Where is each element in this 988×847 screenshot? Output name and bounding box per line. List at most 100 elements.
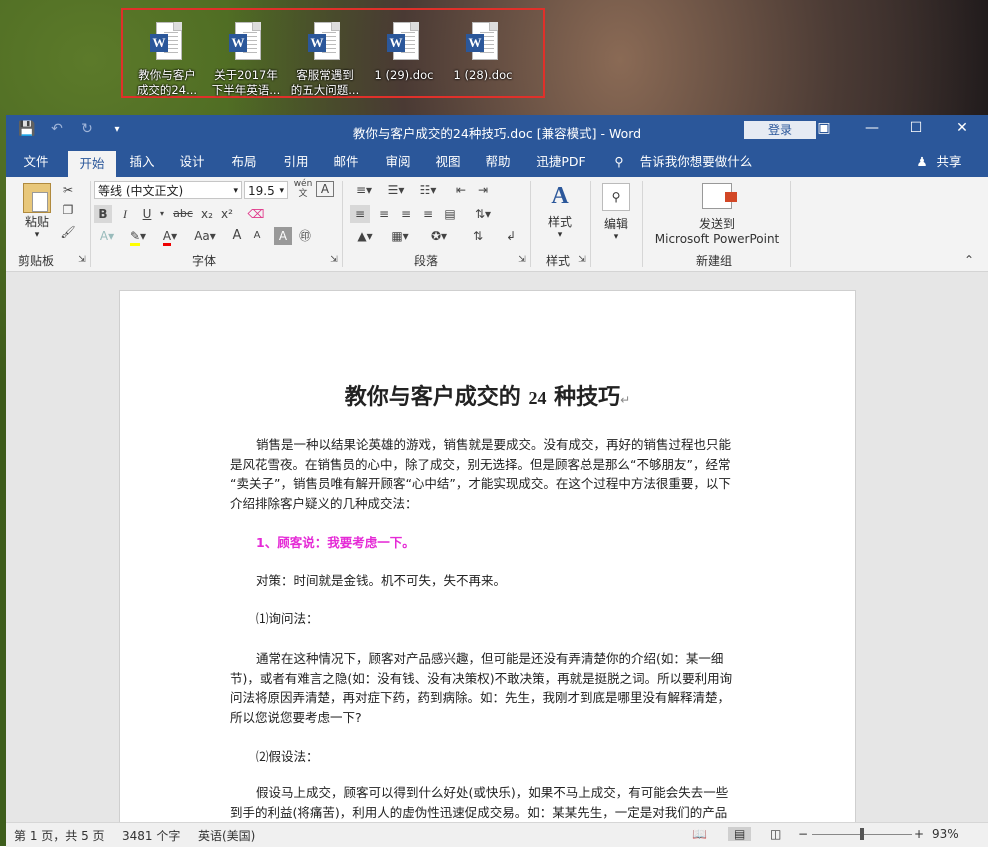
grow-font-button[interactable]: A: [228, 227, 246, 245]
desktop-file-icon[interactable]: W 教你与客户 成交的24...: [131, 22, 203, 98]
bold-button[interactable]: B: [94, 205, 112, 223]
highlight-button[interactable]: ✎▾: [124, 227, 152, 246]
italic-button[interactable]: I: [116, 205, 134, 223]
desktop-file-icon[interactable]: W 客服常遇到 的五大问题...: [289, 22, 361, 98]
ribbon: 粘贴 ▾ ✂ ❐ 🖌 剪贴板 ⇲ 等线 (中文正文) ▾ 19.5 ▾ wén 文 …: [6, 177, 988, 272]
ribbon-tabs: 文件 开始 插入 设计 布局 引用 邮件 审阅 视图 帮助 迅捷PDF ⚲ 告诉…: [6, 147, 988, 177]
divider: [530, 181, 531, 267]
desktop-file-icon[interactable]: W 1 (28).doc: [447, 22, 519, 83]
dialog-launcher-icon[interactable]: ⇲: [576, 251, 588, 269]
login-button[interactable]: 登录: [744, 121, 816, 139]
clear-format-icon[interactable]: ⌫: [246, 205, 266, 223]
tab-insert[interactable]: 插入: [122, 147, 162, 177]
send-to-powerpoint-button[interactable]: 发送到 Microsoft PowerPoint: [650, 183, 784, 246]
dialog-launcher-icon[interactable]: ⇲: [76, 251, 88, 269]
numbering-icon[interactable]: ☰▾: [382, 181, 410, 199]
tab-file[interactable]: 文件: [14, 147, 58, 177]
phonetic-guide-button[interactable]: wén 文: [292, 179, 314, 199]
tab-help[interactable]: 帮助: [478, 147, 518, 177]
share-button[interactable]: 共享: [932, 147, 966, 177]
char-shading-button[interactable]: A: [274, 227, 292, 245]
search-icon: ⚲: [602, 183, 630, 211]
document-page[interactable]: 教你与客户成交的 24 种技巧↵ 销售是一种以结果论英雄的游戏，销售就是要成交。…: [119, 290, 856, 822]
text-effects-button[interactable]: A▾: [94, 227, 120, 245]
multilevel-list-icon[interactable]: ☷▾: [414, 181, 442, 199]
word-doc-icon: W: [466, 22, 500, 62]
chevron-down-icon: ▾: [279, 186, 284, 196]
tab-references[interactable]: 引用: [276, 147, 316, 177]
desktop-file-icon[interactable]: W 关于2017年 下半年英语...: [210, 22, 282, 98]
borders-icon[interactable]: ▦▾: [386, 227, 414, 245]
paste-button[interactable]: 粘贴 ▾: [20, 183, 54, 240]
cut-icon[interactable]: ✂: [60, 181, 76, 199]
styles-button[interactable]: A 样式 ▾: [540, 183, 580, 240]
word-window: 💾 ↶ ↻ ▾ 教你与客户成交的24种技巧.doc [兼容模式] - Word …: [6, 115, 988, 847]
zoom-level[interactable]: 93%: [932, 827, 959, 841]
maximize-icon[interactable]: ☐: [906, 120, 926, 136]
language[interactable]: 英语(美国): [198, 827, 255, 844]
chevron-down-icon[interactable]: ▾: [158, 205, 166, 223]
align-center-icon[interactable]: ≡: [374, 205, 394, 223]
increase-indent-icon[interactable]: ⇥: [474, 181, 492, 199]
enclose-char-icon[interactable]: ㊞: [296, 227, 314, 245]
dialog-launcher-icon[interactable]: ⇲: [516, 251, 528, 269]
bullets-icon[interactable]: ≡▾: [350, 181, 378, 199]
tab-layout[interactable]: 布局: [224, 147, 264, 177]
word-count[interactable]: 3481 个字: [122, 827, 180, 844]
change-case-button[interactable]: Aa▾: [190, 227, 220, 245]
underline-button[interactable]: U: [138, 205, 156, 223]
word-doc-icon: W: [308, 22, 342, 62]
shading-icon[interactable]: ▲▾: [350, 227, 380, 245]
font-name-combo[interactable]: 等线 (中文正文) ▾: [94, 181, 242, 199]
collapse-ribbon-icon[interactable]: ⌃: [962, 251, 976, 269]
page-count[interactable]: 第 1 页，共 5 页: [14, 827, 105, 844]
font-size-combo[interactable]: 19.5 ▾: [244, 181, 288, 199]
close-icon[interactable]: ✕: [952, 120, 972, 136]
superscript-button[interactable]: x²: [218, 205, 236, 223]
tab-review[interactable]: 审阅: [378, 147, 418, 177]
zoom-out-icon[interactable]: −: [798, 827, 808, 841]
editing-button[interactable]: ⚲ 编辑 ▾: [596, 183, 636, 242]
divider: [790, 181, 791, 267]
word-doc-icon: W: [150, 22, 184, 62]
format-painter-icon[interactable]: 🖌: [60, 223, 76, 241]
desktop-file-icon[interactable]: W 1 (29).doc: [368, 22, 440, 83]
align-left-icon[interactable]: ≡: [350, 205, 370, 223]
strikethrough-button[interactable]: abc: [170, 205, 196, 223]
decrease-indent-icon[interactable]: ⇤: [452, 181, 470, 199]
align-right-icon[interactable]: ≡: [396, 205, 416, 223]
window-title: 教你与客户成交的24种技巧.doc [兼容模式] - Word: [352, 126, 642, 141]
show-marks-icon[interactable]: ↲: [502, 227, 520, 245]
char-border-button[interactable]: A: [316, 181, 334, 197]
read-mode-icon[interactable]: 📖: [692, 827, 707, 841]
print-layout-icon[interactable]: ▤: [728, 827, 752, 841]
file-name: 教你与客户 成交的24...: [136, 68, 198, 97]
distributed-icon[interactable]: ▤: [440, 205, 460, 223]
tab-view[interactable]: 视图: [428, 147, 468, 177]
web-layout-icon[interactable]: ◫: [770, 827, 781, 841]
tab-pdf[interactable]: 迅捷PDF: [528, 147, 594, 177]
tab-design[interactable]: 设计: [172, 147, 212, 177]
copy-icon[interactable]: ❐: [60, 201, 76, 219]
tell-me-search[interactable]: 告诉我你想要做什么: [636, 147, 756, 177]
dialog-launcher-icon[interactable]: ⇲: [328, 251, 340, 269]
ribbon-display-icon[interactable]: ▣: [814, 120, 834, 136]
line-spacing-icon[interactable]: ⇅▾: [468, 205, 498, 223]
heading-text: 教你与客户成交的: [344, 385, 529, 410]
subscript-button[interactable]: x₂: [198, 205, 216, 223]
shrink-font-button[interactable]: A: [248, 227, 266, 245]
justify-icon[interactable]: ≡: [418, 205, 438, 223]
file-name: 关于2017年 下半年英语...: [211, 68, 281, 97]
minimize-icon[interactable]: —: [862, 120, 882, 136]
tab-mailings[interactable]: 邮件: [326, 147, 366, 177]
zoom-thumb[interactable]: [860, 828, 864, 840]
paste-label: 粘贴: [24, 215, 49, 229]
zoom-in-icon[interactable]: +: [914, 827, 924, 841]
sort-icon[interactable]: ⇅: [468, 227, 488, 245]
clipboard-icon: [23, 183, 51, 213]
chinese-layout-icon[interactable]: ✪▾: [424, 227, 454, 245]
tab-home[interactable]: 开始: [68, 151, 116, 177]
text-line: 到手的利益(将痛苦)，利用人的虚伪性迅速促成交易。如：某某先生，一定是对我们的产…: [230, 804, 728, 820]
font-color-button[interactable]: A▾: [156, 227, 184, 246]
font-size-value: 19.5: [248, 184, 275, 198]
